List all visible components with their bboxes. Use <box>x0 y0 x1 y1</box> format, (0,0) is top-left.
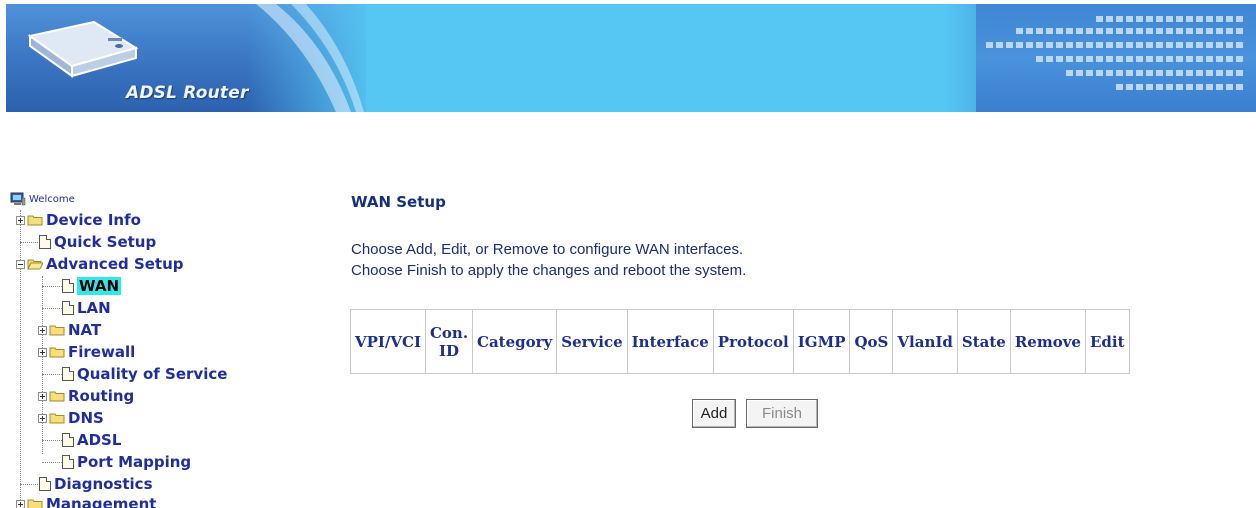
nav-item-welcome[interactable]: Welcome <box>10 188 75 210</box>
nav-label-quality-of-service[interactable]: Quality of Service <box>77 365 227 383</box>
nav-item-routing[interactable]: Routing <box>38 385 134 407</box>
col-header-con-id-text: Con. ID <box>429 323 469 360</box>
instruction-line-2: Choose Finish to apply the changes and r… <box>351 262 747 279</box>
nav-label-routing[interactable]: Routing <box>68 387 134 405</box>
nav-label-management[interactable]: Management <box>46 495 156 508</box>
page-icon <box>62 301 74 315</box>
nav-item-advanced-setup[interactable]: Advanced Setup <box>16 253 184 275</box>
col-header-con-id: Con. ID <box>426 310 474 374</box>
page-icon <box>39 477 51 491</box>
page-icon <box>39 235 51 249</box>
expand-icon[interactable] <box>16 499 25 508</box>
nav-item-firewall[interactable]: Firewall <box>38 341 135 363</box>
tree-guide <box>42 286 62 287</box>
col-header-interface: Interface <box>627 310 714 374</box>
col-header-igmp: IGMP <box>793 310 851 374</box>
nav-label-nat[interactable]: NAT <box>68 321 101 339</box>
col-header-vlanid: VlanId <box>893 310 958 374</box>
page-title: WAN Setup <box>351 193 446 211</box>
nav-label-quick-setup[interactable]: Quick Setup <box>54 233 156 251</box>
nav-item-quick-setup[interactable]: Quick Setup <box>39 231 156 253</box>
nav-item-port-mapping[interactable]: Port Mapping <box>62 451 191 473</box>
nav-item-device-info[interactable]: Device Info <box>16 209 141 231</box>
computer-icon <box>10 192 26 206</box>
nav-item-quality-of-service[interactable]: Quality of Service <box>62 363 227 385</box>
nav-label-welcome[interactable]: Welcome <box>29 194 75 205</box>
nav-label-lan[interactable]: LAN <box>77 299 111 317</box>
nav-label-adsl[interactable]: ADSL <box>77 431 121 449</box>
page-icon <box>62 433 74 447</box>
tree-guide <box>42 308 62 309</box>
nav-item-management[interactable]: Management <box>16 493 156 508</box>
expand-icon[interactable] <box>38 413 47 423</box>
nav-label-dns[interactable]: DNS <box>68 409 104 427</box>
page-icon <box>62 279 74 293</box>
finish-button[interactable]: Finish <box>746 399 818 428</box>
col-header-edit: Edit <box>1085 310 1130 374</box>
nav-label-device-info[interactable]: Device Info <box>46 211 141 229</box>
tree-guide <box>20 484 40 485</box>
instruction-line-1: Choose Add, Edit, or Remove to configure… <box>351 241 744 258</box>
folder-icon <box>49 413 65 424</box>
nav-label-port-mapping[interactable]: Port Mapping <box>77 453 191 471</box>
tree-guide <box>42 462 62 463</box>
expand-icon[interactable] <box>16 215 25 225</box>
col-header-remove: Remove <box>1010 310 1086 374</box>
router-icon <box>27 20 139 78</box>
tree-guide <box>42 440 62 441</box>
folder-icon <box>49 391 65 402</box>
folder-icon <box>27 499 43 508</box>
expand-icon[interactable] <box>38 325 47 335</box>
tree-guide <box>42 374 62 375</box>
banner-right-graphic <box>976 4 1256 112</box>
nav-item-adsl[interactable]: ADSL <box>62 429 121 451</box>
nav-label-wan[interactable]: WAN <box>77 277 122 295</box>
expand-icon[interactable] <box>38 391 47 401</box>
nav-item-nat[interactable]: NAT <box>38 319 101 341</box>
nav-label-firewall[interactable]: Firewall <box>68 343 135 361</box>
nav-label-advanced-setup[interactable]: Advanced Setup <box>46 255 184 273</box>
col-header-category: Category <box>473 310 558 374</box>
col-header-service: Service <box>557 310 628 374</box>
col-header-vpi-vci: VPI/VCI <box>351 310 427 374</box>
folder-icon <box>49 325 65 336</box>
folder-open-icon <box>27 259 43 270</box>
tree-guide <box>20 242 40 243</box>
col-header-state: State <box>957 310 1011 374</box>
add-button[interactable]: Add <box>692 399 736 428</box>
expand-icon[interactable] <box>38 347 47 357</box>
table-header-row: VPI/VCI Con. ID Category Service Interfa… <box>351 310 1130 374</box>
folder-icon <box>49 347 65 358</box>
folder-icon <box>27 215 43 226</box>
nav-item-diagnostics[interactable]: Diagnostics <box>39 473 153 495</box>
wan-interfaces-table: VPI/VCI Con. ID Category Service Interfa… <box>350 309 1130 374</box>
nav-item-dns[interactable]: DNS <box>38 407 104 429</box>
nav-label-diagnostics[interactable]: Diagnostics <box>54 475 153 493</box>
banner-logo-text: ADSL Router <box>126 83 249 103</box>
nav-item-wan[interactable]: WAN <box>62 275 122 297</box>
nav-item-lan[interactable]: LAN <box>62 297 111 319</box>
page-icon <box>62 367 74 381</box>
col-header-protocol: Protocol <box>713 310 794 374</box>
page-icon <box>62 455 74 469</box>
col-header-qos: QoS <box>850 310 894 374</box>
header-banner: ADSL Router <box>6 4 1256 112</box>
collapse-icon[interactable] <box>16 259 25 269</box>
